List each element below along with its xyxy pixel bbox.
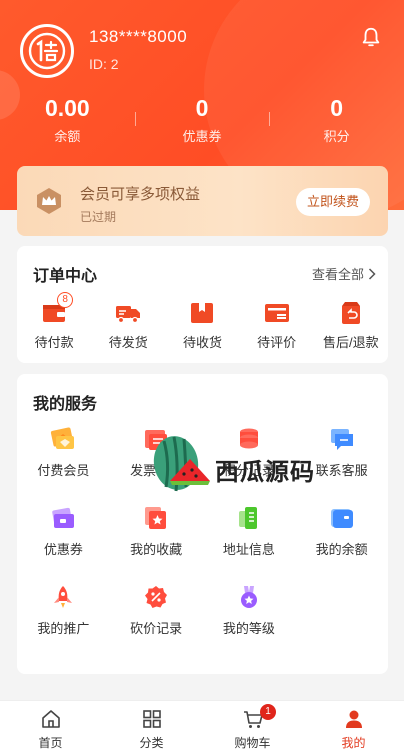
user-icon xyxy=(345,710,362,728)
order-pending-receipt[interactable]: 待收货 xyxy=(172,300,232,351)
stat-value: 0.00 xyxy=(44,95,90,121)
stat-value: 0 xyxy=(195,95,209,121)
refund-icon xyxy=(341,302,360,324)
membership-card: 会员可享多项权益 已过期 立即续费 xyxy=(17,166,388,236)
order-item-label: 待收货 xyxy=(182,335,222,350)
order-pending-shipment[interactable]: 待发货 xyxy=(98,300,158,351)
order-pending-review[interactable]: 待评价 xyxy=(247,300,307,351)
service-label: 我的推广 xyxy=(37,621,90,636)
service-address-info[interactable]: 地址信息 xyxy=(203,505,296,558)
order-status-row: 8 待付款 待发货 待收货 待评价 售后/退款 xyxy=(17,292,388,351)
service-coupons[interactable]: 优惠券 xyxy=(17,505,110,558)
star-icon xyxy=(145,507,167,529)
tab-label: 分类 xyxy=(139,736,164,750)
review-icon xyxy=(264,304,289,322)
order-after-sales[interactable]: 售后/退款 xyxy=(321,300,381,351)
service-label: 付费会员 xyxy=(37,463,90,478)
user-phone: 138****8000 xyxy=(89,27,188,46)
user-id: ID: 2 xyxy=(89,56,119,72)
order-center-title: 订单中心 xyxy=(33,268,98,285)
service-label: 砍价记录 xyxy=(130,621,183,636)
tab-label: 购物车 xyxy=(234,736,271,750)
tab-cart[interactable]: 1 购物车 xyxy=(202,701,303,755)
balance-icon xyxy=(330,509,353,528)
my-services-card: 我的服务 付费会员 发票管理 xyxy=(17,374,388,674)
avatar[interactable] xyxy=(20,24,74,78)
order-item-label: 待发货 xyxy=(108,335,148,350)
order-item-label: 待付款 xyxy=(34,335,74,350)
chevron-right-icon xyxy=(368,267,376,280)
stat-balance[interactable]: 0.00 余额 xyxy=(0,94,135,145)
pending-payment-badge: 8 xyxy=(57,292,74,308)
tab-home[interactable]: 首页 xyxy=(0,701,101,755)
stat-value: 0 xyxy=(330,95,344,121)
tab-label: 首页 xyxy=(38,736,63,750)
stat-points[interactable]: 0 积分 xyxy=(269,94,404,145)
watermark-text: 西瓜源码 xyxy=(215,459,315,486)
logo-icon xyxy=(28,32,66,70)
tab-label: 我的 xyxy=(341,736,366,750)
discount-icon xyxy=(145,586,168,608)
bottom-tab-bar: 首页 分类 1 购物车 我的 xyxy=(0,700,404,755)
membership-status: 已过期 xyxy=(80,210,117,224)
order-item-label: 售后/退款 xyxy=(323,335,379,350)
service-label: 我的收藏 xyxy=(130,542,183,557)
stat-label: 优惠券 xyxy=(182,129,222,144)
rocket-icon xyxy=(54,586,73,608)
service-label: 地址信息 xyxy=(222,542,275,557)
crown-icon xyxy=(37,188,61,214)
order-pending-payment[interactable]: 8 待付款 xyxy=(24,292,84,351)
order-center-card: 订单中心 查看全部 8 待付款 待发货 待收货 待评价 售后/退款 xyxy=(17,246,388,363)
order-item-label: 待评价 xyxy=(257,335,297,350)
service-label: 我的余额 xyxy=(315,542,368,557)
service-paid-membership[interactable]: 付费会员 xyxy=(17,426,110,479)
address-icon xyxy=(238,507,257,529)
bell-icon[interactable] xyxy=(360,26,382,48)
tab-category[interactable]: 分类 xyxy=(101,701,202,755)
stat-coupons[interactable]: 0 优惠券 xyxy=(134,94,270,145)
service-my-promotion[interactable]: 我的推广 xyxy=(17,584,110,637)
box-icon xyxy=(191,303,214,323)
service-bargain-record[interactable]: 砍价记录 xyxy=(110,584,203,637)
renew-button[interactable]: 立即续费 xyxy=(295,188,370,216)
service-favorites[interactable]: 我的收藏 xyxy=(110,505,203,558)
stat-label: 余额 xyxy=(54,129,81,144)
service-my-balance[interactable]: 我的余额 xyxy=(295,505,388,558)
service-my-level[interactable]: 我的等级 xyxy=(203,584,296,637)
see-all-orders-link[interactable]: 查看全部 xyxy=(312,264,376,283)
tab-mine[interactable]: 我的 xyxy=(303,701,404,755)
cart-count-badge: 1 xyxy=(260,704,276,720)
grid-icon xyxy=(142,710,161,728)
stat-label: 积分 xyxy=(323,129,350,144)
my-services-title: 我的服务 xyxy=(33,396,98,413)
see-all-label: 查看全部 xyxy=(311,267,364,282)
home-icon xyxy=(41,710,60,728)
diamond-icon xyxy=(51,427,75,449)
coupon-icon xyxy=(52,507,75,528)
truck-icon xyxy=(116,306,141,324)
service-label: 我的等级 xyxy=(222,621,275,636)
stats-row: 0.00 余额 0 优惠券 0 积分 xyxy=(0,94,404,145)
chat-icon xyxy=(330,429,353,450)
membership-title: 会员可享多项权益 xyxy=(80,186,201,203)
service-label: 优惠券 xyxy=(43,542,83,557)
medal-icon xyxy=(240,586,257,608)
